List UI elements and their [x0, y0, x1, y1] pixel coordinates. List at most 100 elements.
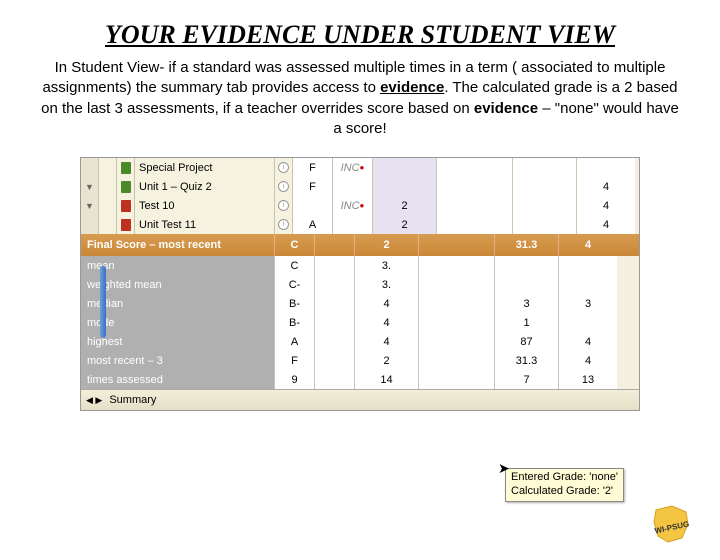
- stat-n1: 4: [355, 294, 419, 313]
- stat-name: mean: [81, 256, 275, 275]
- assignment-name: Test 10: [135, 196, 275, 215]
- stat-n3: 7: [495, 370, 559, 389]
- stat-row: meanC 3.: [81, 256, 639, 275]
- score-3: [513, 177, 577, 196]
- inc-flag: INC●: [333, 196, 373, 215]
- assignment-row[interactable]: Unit Test 11iA 2 4: [81, 215, 639, 234]
- page-title: YOUR EVIDENCE UNDER STUDENT VIEW: [40, 20, 680, 50]
- drag-handle[interactable]: [81, 215, 99, 234]
- flag-icon: [117, 196, 135, 215]
- stat-n4: [559, 256, 617, 275]
- drag-handle[interactable]: ▼: [81, 196, 99, 215]
- inc-flag: [333, 177, 373, 196]
- stat-n3: [495, 256, 559, 275]
- tooltip: Entered Grade: 'none' Calculated Grade: …: [505, 468, 624, 502]
- wi-psug-logo: WI-PSUG: [648, 500, 696, 548]
- final-n1[interactable]: 2: [355, 234, 419, 256]
- stat-n1: 4: [355, 313, 419, 332]
- stat-n1: 2: [355, 351, 419, 370]
- stat-name: weighted mean: [81, 275, 275, 294]
- score-2: [437, 196, 513, 215]
- stat-letter: C: [275, 256, 315, 275]
- stat-row: modeB- 4 1: [81, 313, 639, 332]
- flag-icon: [117, 215, 135, 234]
- score-2: [437, 177, 513, 196]
- final-n3: 31.3: [495, 234, 559, 256]
- stat-row: times assessed914713: [81, 370, 639, 389]
- score-2: [437, 215, 513, 234]
- flag-icon: [117, 177, 135, 196]
- summary-label: Summary: [107, 394, 156, 406]
- stat-name: median: [81, 294, 275, 313]
- assignment-row[interactable]: Special ProjectiFINC●: [81, 158, 639, 177]
- stat-n3: 87: [495, 332, 559, 351]
- stat-letter: C-: [275, 275, 315, 294]
- score-4: 4: [577, 177, 635, 196]
- assignment-row[interactable]: ▼ Unit 1 – Quiz 2iF 4: [81, 177, 639, 196]
- status-icon: [99, 215, 117, 234]
- scrollbar[interactable]: [100, 266, 106, 338]
- stat-n1: 3.: [355, 275, 419, 294]
- stat-name: most recent – 3: [81, 351, 275, 370]
- stat-n4: [559, 313, 617, 332]
- score-3: [513, 196, 577, 215]
- score-4: [577, 158, 635, 177]
- score-1[interactable]: 2: [373, 215, 437, 234]
- letter-grade: F: [293, 158, 333, 177]
- letter-grade: [293, 196, 333, 215]
- status-icon: [99, 177, 117, 196]
- stat-row: medianB-433: [81, 294, 639, 313]
- final-label: Final Score – most recent: [81, 234, 275, 256]
- stat-name: mode: [81, 313, 275, 332]
- assignment-name: Special Project: [135, 158, 275, 177]
- stat-n4: 3: [559, 294, 617, 313]
- info-icon[interactable]: i: [275, 215, 293, 234]
- stat-letter: F: [275, 351, 315, 370]
- score-4: 4: [577, 196, 635, 215]
- expand-icon[interactable]: ◀ ▶: [81, 395, 107, 406]
- final-n4: 4: [559, 234, 617, 256]
- info-icon[interactable]: i: [275, 177, 293, 196]
- letter-grade: A: [293, 215, 333, 234]
- stat-row: highestA4874: [81, 332, 639, 351]
- stat-row: weighted meanC- 3.: [81, 275, 639, 294]
- status-icon: [99, 158, 117, 177]
- stat-n4: 4: [559, 351, 617, 370]
- score-4: 4: [577, 215, 635, 234]
- score-1[interactable]: [373, 158, 437, 177]
- score-1[interactable]: 2: [373, 196, 437, 215]
- score-3: [513, 215, 577, 234]
- letter-grade: F: [293, 177, 333, 196]
- description: In Student View- if a standard was asses…: [38, 58, 682, 139]
- drag-handle[interactable]: ▼: [81, 177, 99, 196]
- stat-n1: 3.: [355, 256, 419, 275]
- stat-n3: [495, 275, 559, 294]
- stat-letter: 9: [275, 370, 315, 389]
- final-score-row[interactable]: Final Score – most recent C 2 31.3 4: [81, 234, 639, 256]
- assignment-name: Unit Test 11: [135, 215, 275, 234]
- cursor-icon: ➤: [498, 460, 510, 477]
- stat-n4: 4: [559, 332, 617, 351]
- summary-toolbar[interactable]: ◀ ▶ Summary: [81, 389, 639, 410]
- stat-row: most recent – 3F231.34: [81, 351, 639, 370]
- score-3: [513, 158, 577, 177]
- info-icon[interactable]: i: [275, 196, 293, 215]
- stat-name: highest: [81, 332, 275, 351]
- stat-letter: B-: [275, 313, 315, 332]
- stat-n4: [559, 275, 617, 294]
- stat-letter: A: [275, 332, 315, 351]
- score-2: [437, 158, 513, 177]
- status-icon: [99, 196, 117, 215]
- stat-n3: 3: [495, 294, 559, 313]
- score-1[interactable]: [373, 177, 437, 196]
- stat-name: times assessed: [81, 370, 275, 389]
- final-letter: C: [275, 234, 315, 256]
- assignment-row[interactable]: ▼ Test 10i INC●2 4: [81, 196, 639, 215]
- stat-n1: 4: [355, 332, 419, 351]
- stat-n3: 1: [495, 313, 559, 332]
- info-icon[interactable]: i: [275, 158, 293, 177]
- gradebook-table: Special ProjectiFINC●▼Unit 1 – Quiz 2iF4…: [80, 157, 640, 411]
- inc-flag: INC●: [333, 158, 373, 177]
- assignment-name: Unit 1 – Quiz 2: [135, 177, 275, 196]
- drag-handle[interactable]: [81, 158, 99, 177]
